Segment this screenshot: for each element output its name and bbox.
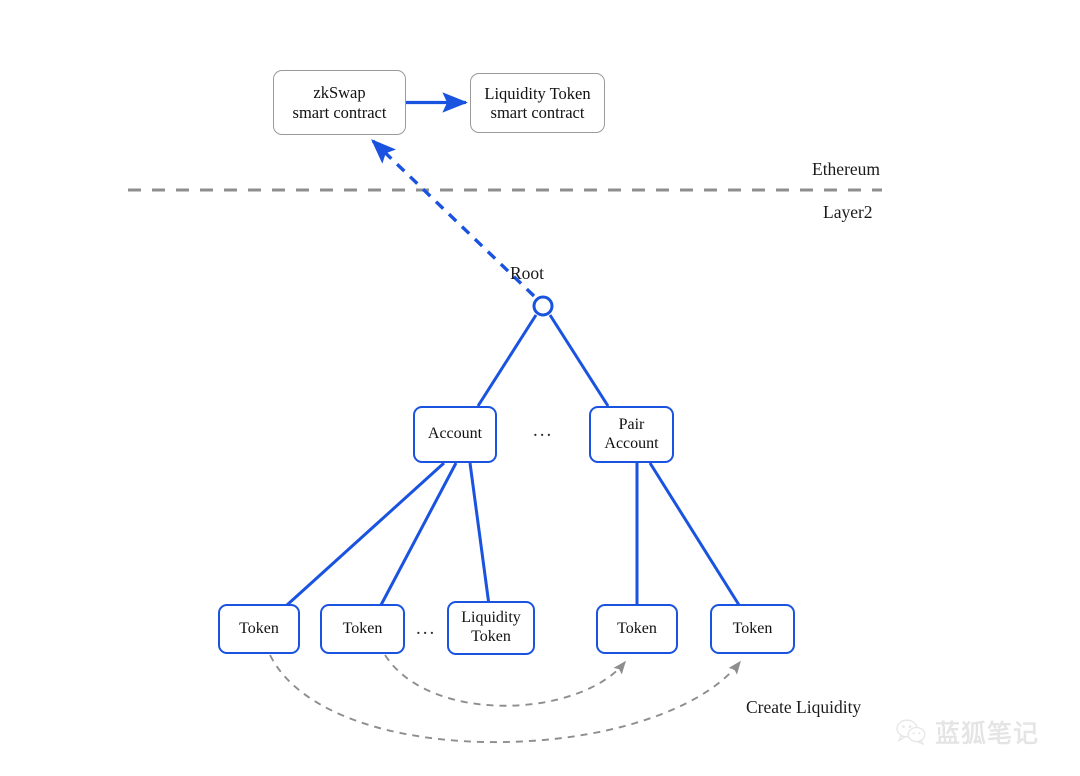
node-token-5-line1: Token [732, 619, 773, 637]
watermark-text: 蓝狐笔记 [935, 719, 1040, 749]
account-row-ellipsis: ... [533, 420, 554, 441]
node-liquidity-token-smart-contract[interactable]: Liquidity Token smart contract [470, 73, 605, 133]
node-zkswap-line2: smart contract [292, 102, 387, 122]
label-root: Root [510, 263, 545, 283]
node-token-1-line1: Token [239, 619, 279, 637]
flow-arrow-token2-to-token4 [384, 654, 626, 707]
edge-pair-account-to-token-5 [648, 462, 741, 606]
watermark: 蓝狐笔记 [896, 714, 1039, 750]
label-layer2: Layer2 [823, 202, 873, 222]
node-token-2[interactable]: Token [320, 604, 405, 654]
edge-root-to-pair-account [548, 314, 610, 407]
node-liquidity-token-line1: Liquidity [461, 609, 521, 627]
node-zkswap-line1: zkSwap [313, 83, 366, 103]
node-account[interactable]: Account [413, 406, 497, 463]
node-liquidity-contract-line1: Liquidity Token [484, 83, 591, 103]
node-liquidity-token[interactable]: Liquidity Token [447, 601, 535, 655]
node-token-4[interactable]: Token [596, 604, 678, 654]
node-zkswap-smart-contract[interactable]: zkSwap smart contract [273, 70, 406, 135]
node-token-2-line1: Token [342, 619, 383, 637]
root-node-circle [532, 295, 554, 317]
node-token-5[interactable]: Token [710, 604, 795, 654]
label-ethereum: Ethereum [812, 159, 881, 179]
node-pair-account-line1: Pair [618, 415, 645, 433]
edge-root-to-account [476, 314, 538, 407]
node-pair-account-line2: Account [604, 434, 659, 452]
node-liquidity-token-line2: Token [471, 628, 511, 645]
token-row-ellipsis: ... [416, 618, 437, 639]
edge-account-to-liquidity-token [468, 462, 491, 606]
flow-arrow-token1-to-token5 [269, 654, 741, 743]
wechat-icon [896, 719, 926, 745]
label-create-liquidity: Create Liquidity [746, 697, 862, 717]
node-pair-account[interactable]: Pair Account [589, 406, 674, 463]
node-liquidity-contract-line2: smart contract [490, 103, 585, 122]
diagram-canvas: zkSwap smart contract Liquidity Token sm… [0, 0, 1080, 776]
node-account-line1: Account [427, 425, 483, 443]
node-token-4-line1: Token [617, 619, 657, 637]
edge-account-to-token-1 [285, 461, 446, 607]
node-token-1[interactable]: Token [218, 604, 300, 654]
